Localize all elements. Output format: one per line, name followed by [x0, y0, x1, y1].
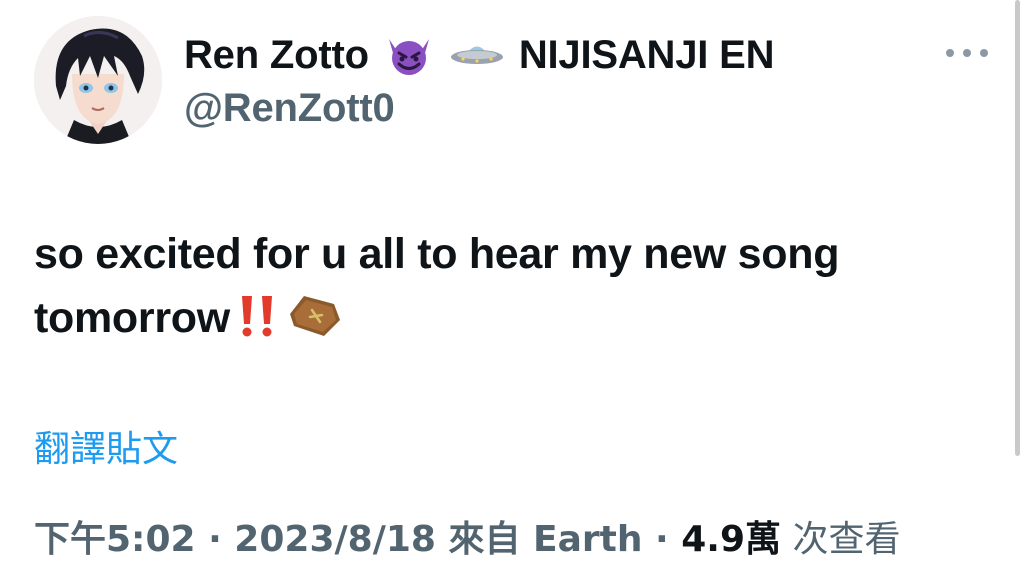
- smiling-devil-emoji-icon: [383, 33, 435, 77]
- more-options-icon[interactable]: [946, 40, 988, 66]
- ufo-emoji-icon: [449, 40, 505, 70]
- tweet-time[interactable]: 下午5:02: [34, 519, 196, 560]
- name-row: Ren Zotto NIJISANJI EN: [184, 26, 774, 84]
- translate-post-link[interactable]: 翻譯貼文: [34, 420, 178, 472]
- coffin-emoji-icon: [284, 292, 344, 356]
- affiliation-label: NIJISANJI EN: [518, 32, 775, 77]
- scrollbar[interactable]: [1015, 0, 1020, 456]
- author-block: Ren Zotto NIJISANJI EN @RenZott0: [184, 26, 774, 131]
- avatar-icon: [34, 16, 162, 144]
- meta-separator: ·: [195, 519, 235, 560]
- tweet-source: 來自 Earth: [435, 519, 643, 560]
- avatar[interactable]: [34, 16, 162, 144]
- views-label: 次查看: [781, 519, 901, 560]
- tweet-card: Ren Zotto NIJISANJI EN @RenZott0 so exci…: [0, 0, 1024, 578]
- tweet-text-content: so excited for u all to hear my new song…: [34, 230, 840, 342]
- tweet-text: so excited for u all to hear my new song…: [34, 222, 984, 356]
- display-name[interactable]: Ren Zotto: [184, 33, 369, 78]
- user-handle[interactable]: @RenZott0: [184, 86, 774, 131]
- meta-separator: ·: [642, 519, 682, 560]
- tweet-meta: 下午5:02 · 2023/8/18 來自 Earth · 4.9萬 次查看: [34, 510, 900, 562]
- views-count: 4.9萬: [681, 519, 782, 560]
- double-exclamation-emoji-icon: [234, 292, 280, 356]
- tweet-date[interactable]: 2023/8/18: [234, 519, 436, 560]
